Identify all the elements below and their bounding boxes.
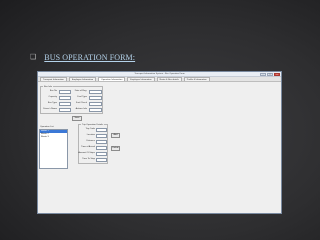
tab-route-bus-details[interactable]: Route & Bus details (156, 77, 182, 81)
amount-of-stops-field[interactable] (96, 152, 107, 156)
amount-of-stops-label: Amount Of Stops (78, 152, 95, 154)
bus-type-label: Bus Type (47, 102, 57, 104)
actions-info-field[interactable] (89, 108, 102, 112)
location-label: Location (86, 134, 95, 136)
actions-info-label: Actions Info (75, 108, 87, 110)
slide-title: BUS OPERATION FORM: (44, 53, 136, 62)
drivers-name-label: Driver's Name (43, 108, 57, 110)
form-content: Bus Info Bus No Capacity Bus Type Driver… (38, 82, 281, 213)
add-button[interactable]: Add (111, 133, 120, 138)
trip-info-group: Trip Operation Details Trip Code Locatio… (78, 123, 108, 164)
time-to-stop-field[interactable] (96, 158, 107, 162)
slide-bullet-line: ❑ BUS OPERATION FORM: (30, 53, 135, 62)
tab-transport-information[interactable]: Transport Information (40, 77, 67, 81)
operation-list-legend: Operation List (39, 126, 55, 128)
trip-info-legend: Trip Operation Details (81, 123, 105, 126)
date-of-reg-label: Date of Reg. (74, 90, 87, 92)
list-item[interactable]: Route 3 (40, 136, 67, 139)
minimize-button[interactable]: – (260, 72, 266, 76)
time-of-arrival-label: Time of Arrival (81, 146, 95, 148)
distance-field[interactable] (96, 140, 107, 144)
save-button[interactable]: Save (72, 116, 82, 121)
fuel-type-label: Fuel Type (77, 96, 87, 98)
trip-code-label: Trip Code (85, 128, 95, 130)
square-bullet-icon: ❑ (30, 54, 37, 61)
date-of-reg-field[interactable] (89, 90, 102, 94)
tab-employee-information[interactable]: Employee Information (68, 77, 97, 81)
location-field[interactable] (96, 134, 107, 138)
operation-listbox[interactable]: Route 1 Route 2 Route 3 (39, 129, 68, 169)
window-title: Transport Information System - Bus Opera… (134, 73, 185, 75)
bus-no-label: Bus No (49, 90, 57, 92)
fuel-check-label: Fuel Check (75, 102, 87, 104)
time-to-stop-label: Time To Stop (82, 158, 95, 160)
time-of-arrival-field[interactable] (96, 146, 107, 150)
tab-employee-information-2[interactable]: Employee Information (127, 77, 155, 81)
app-window: Transport Information System - Bus Opera… (37, 71, 282, 214)
bus-info-group: Bus Info Bus No Capacity Bus Type Driver… (40, 85, 103, 114)
delete-button[interactable]: Delete (111, 146, 120, 151)
distance-label: Distance (86, 140, 95, 142)
slide-background: ❑ BUS OPERATION FORM: Transport Informat… (0, 0, 320, 240)
tab-operation-information[interactable]: Operation Information (98, 77, 126, 81)
bus-info-legend: Bus Info (43, 85, 54, 88)
window-controls: – □ x (260, 72, 280, 76)
trip-code-field[interactable] (96, 128, 107, 132)
fuel-type-field[interactable] (89, 96, 102, 100)
maximize-button[interactable]: □ (267, 72, 273, 76)
capacity-label: Capacity (48, 96, 57, 98)
close-button[interactable]: x (274, 72, 280, 76)
fuel-check-field[interactable] (89, 102, 102, 106)
tab-profile-information[interactable]: Profile & Information (183, 77, 210, 81)
window-titlebar: Transport Information System - Bus Opera… (38, 72, 281, 77)
